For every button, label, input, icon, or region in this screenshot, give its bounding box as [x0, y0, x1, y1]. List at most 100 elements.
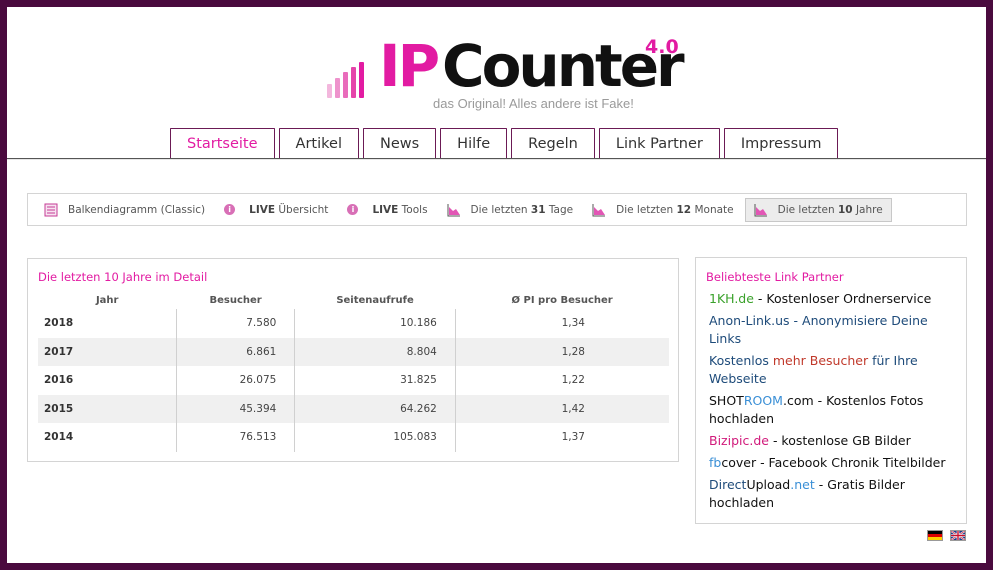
toolbar-item-bold: 31: [530, 203, 546, 216]
partner-link-part: - Kostenloser Ordnerservice: [753, 291, 932, 306]
partner-link-part: 1KH.de: [709, 291, 754, 306]
site-logo[interactable]: IP Counter 4.0 das Original! Alles ander…: [327, 32, 687, 122]
stats-toolbar: Balkendiagramm (Classic) i LIVE Übersich…: [27, 193, 967, 226]
link-partners-list: 1KH.de - Kostenloser Ordnerservice Anon-…: [709, 290, 959, 516]
toolbar-item-label: Jahre: [852, 203, 883, 216]
toolbar-last-10-years[interactable]: Die letzten 10 Jahre: [744, 197, 892, 222]
language-switcher: [927, 530, 966, 541]
cell-pageviews: 8.804: [294, 337, 456, 366]
toolbar-item-label: Tools: [398, 203, 428, 216]
cell-visitors: 76.513: [175, 423, 295, 452]
partner-link-part: Kostenlos: [709, 353, 773, 368]
partner-link-1kh[interactable]: 1KH.de - Kostenloser Ordnerservice: [709, 290, 959, 308]
table-row: 2018 7.580 10.186 1,34: [38, 309, 669, 338]
area-chart-icon: [592, 203, 606, 216]
cell-year: 2015: [38, 394, 177, 423]
partner-link-part: Direct: [709, 477, 747, 492]
cell-year: 2014: [38, 423, 177, 452]
partner-link-part: ROOM: [743, 393, 783, 408]
tab-news[interactable]: News: [362, 128, 437, 159]
logo-bars-icon: [327, 62, 377, 98]
partner-link-part: Bizipic.de: [709, 433, 769, 448]
table-header-row: Jahr Besucher Seitenaufrufe Ø PI pro Bes…: [38, 292, 669, 309]
toolbar-item-label: Monate: [691, 203, 734, 216]
list-icon: [44, 203, 58, 216]
cell-pi-per-visitor: 1,37: [454, 423, 669, 452]
column-header-visitors: Besucher: [209, 295, 262, 306]
toolbar-item-bold: 12: [676, 203, 692, 216]
partner-link-directupload[interactable]: DirectUpload.net - Gratis Bilder hochlad…: [709, 476, 959, 512]
cell-pageviews: 10.186: [294, 309, 456, 338]
partner-link-bizipic[interactable]: Bizipic.de - kostenlose GB Bilder: [709, 432, 959, 450]
toolbar-last-31-days[interactable]: Die letzten 31 Tage: [439, 198, 582, 222]
partner-link-part: cover - Facebook Chronik Titelbilder: [721, 455, 946, 470]
tab-regeln[interactable]: Regeln: [511, 128, 595, 159]
area-chart-icon: [754, 203, 767, 216]
toolbar-item-label: Die letzten: [616, 203, 677, 216]
stats-table: Jahr Besucher Seitenaufrufe Ø PI pro Bes…: [38, 292, 669, 452]
column-header-year: Jahr: [95, 295, 119, 306]
toolbar-live-overview[interactable]: i LIVE Übersicht: [216, 198, 336, 222]
table-row: 2016 26.075 31.825 1,22: [38, 366, 669, 395]
partner-link-fbcover[interactable]: fbcover - Facebook Chronik Titelbilder: [709, 454, 959, 472]
partner-link-anon-link[interactable]: Anon-Link.us - Anonymisiere Deine Links: [709, 312, 959, 348]
partner-link-part: Anon-Link.us - Anonymisiere Deine Links: [709, 313, 928, 346]
cell-year: 2016: [38, 366, 177, 395]
column-header-pageviews: Seitenaufrufe: [336, 295, 414, 306]
logo-ip-text: IP: [379, 32, 440, 100]
toolbar-live-tools[interactable]: i LIVE Tools: [339, 198, 435, 222]
cell-pageviews: 105.083: [294, 423, 456, 452]
table-row: 2014 76.513 105.083 1,37: [38, 423, 669, 452]
logo-slogan: das Original! Alles andere ist Fake!: [433, 96, 634, 111]
stats-panel: Die letzten 10 Jahre im Detail Jahr Besu…: [27, 258, 679, 462]
table-row: 2017 6.861 8.804 1,28: [38, 337, 669, 366]
cell-year: 2018: [38, 309, 177, 338]
partner-link-mehr-besucher[interactable]: Kostenlos mehr Besucher für Ihre Webseit…: [709, 352, 959, 388]
cell-visitors: 26.075: [175, 366, 295, 395]
toolbar-item-label: Die letzten: [777, 203, 838, 216]
tab-artikel[interactable]: Artikel: [278, 128, 359, 159]
column-header-pi-per-visitor: Ø PI pro Besucher: [511, 295, 613, 306]
cell-pi-per-visitor: 1,28: [454, 337, 669, 366]
cell-pi-per-visitor: 1,42: [454, 394, 669, 423]
page: IP Counter 4.0 das Original! Alles ander…: [7, 7, 986, 563]
info-icon: i: [224, 204, 236, 215]
german-flag-icon[interactable]: [927, 530, 943, 541]
cell-pi-per-visitor: 1,22: [454, 366, 669, 395]
toolbar-last-12-months[interactable]: Die letzten 12 Monate: [584, 198, 742, 222]
table-row: 2015 45.394 64.262 1,42: [38, 394, 669, 423]
partner-link-part: Upload: [746, 477, 791, 492]
link-partners-panel: Beliebteste Link Partner 1KH.de - Kosten…: [695, 257, 967, 524]
nav-divider: [7, 158, 986, 160]
partner-link-part: .net: [790, 477, 815, 492]
tab-startseite[interactable]: Startseite: [170, 128, 275, 159]
tab-impressum[interactable]: Impressum: [723, 128, 839, 159]
toolbar-item-label: Balkendiagramm (Classic): [68, 203, 206, 216]
tab-hilfe[interactable]: Hilfe: [440, 128, 508, 159]
cell-pageviews: 31.825: [294, 366, 456, 395]
partner-link-part: SHOT: [709, 393, 744, 408]
logo-version: 4.0: [645, 36, 679, 58]
partner-link-part: mehr Besucher: [772, 353, 869, 368]
stats-title: Die letzten 10 Jahre im Detail: [38, 270, 208, 284]
toolbar-item-label: Die letzten: [470, 203, 531, 216]
toolbar-item-bold: LIVE: [249, 203, 276, 216]
partner-link-part: - kostenlose GB Bilder: [768, 433, 911, 448]
toolbar-item-bold: 10: [838, 203, 853, 216]
cell-pi-per-visitor: 1,34: [454, 309, 669, 338]
toolbar-bar-chart-classic[interactable]: Balkendiagramm (Classic): [36, 198, 213, 222]
tab-link-partner[interactable]: Link Partner: [598, 128, 720, 159]
cell-visitors: 45.394: [175, 394, 295, 423]
partner-link-shotroom[interactable]: SHOTROOM.com - Kostenlos Fotos hochladen: [709, 392, 959, 428]
info-icon: i: [347, 204, 359, 215]
toolbar-item-label: Tage: [545, 203, 574, 216]
cell-visitors: 7.580: [175, 309, 295, 338]
toolbar-item-bold: LIVE: [372, 203, 399, 216]
toolbar-item-label: Übersicht: [275, 203, 329, 216]
partner-link-part: fb: [709, 455, 722, 470]
cell-pageviews: 64.262: [294, 394, 456, 423]
cell-visitors: 6.861: [175, 337, 295, 366]
uk-flag-icon[interactable]: [950, 530, 966, 541]
main-nav: Startseite Artikel News Hilfe Regeln Lin…: [170, 128, 839, 159]
area-chart-icon: [447, 203, 460, 216]
